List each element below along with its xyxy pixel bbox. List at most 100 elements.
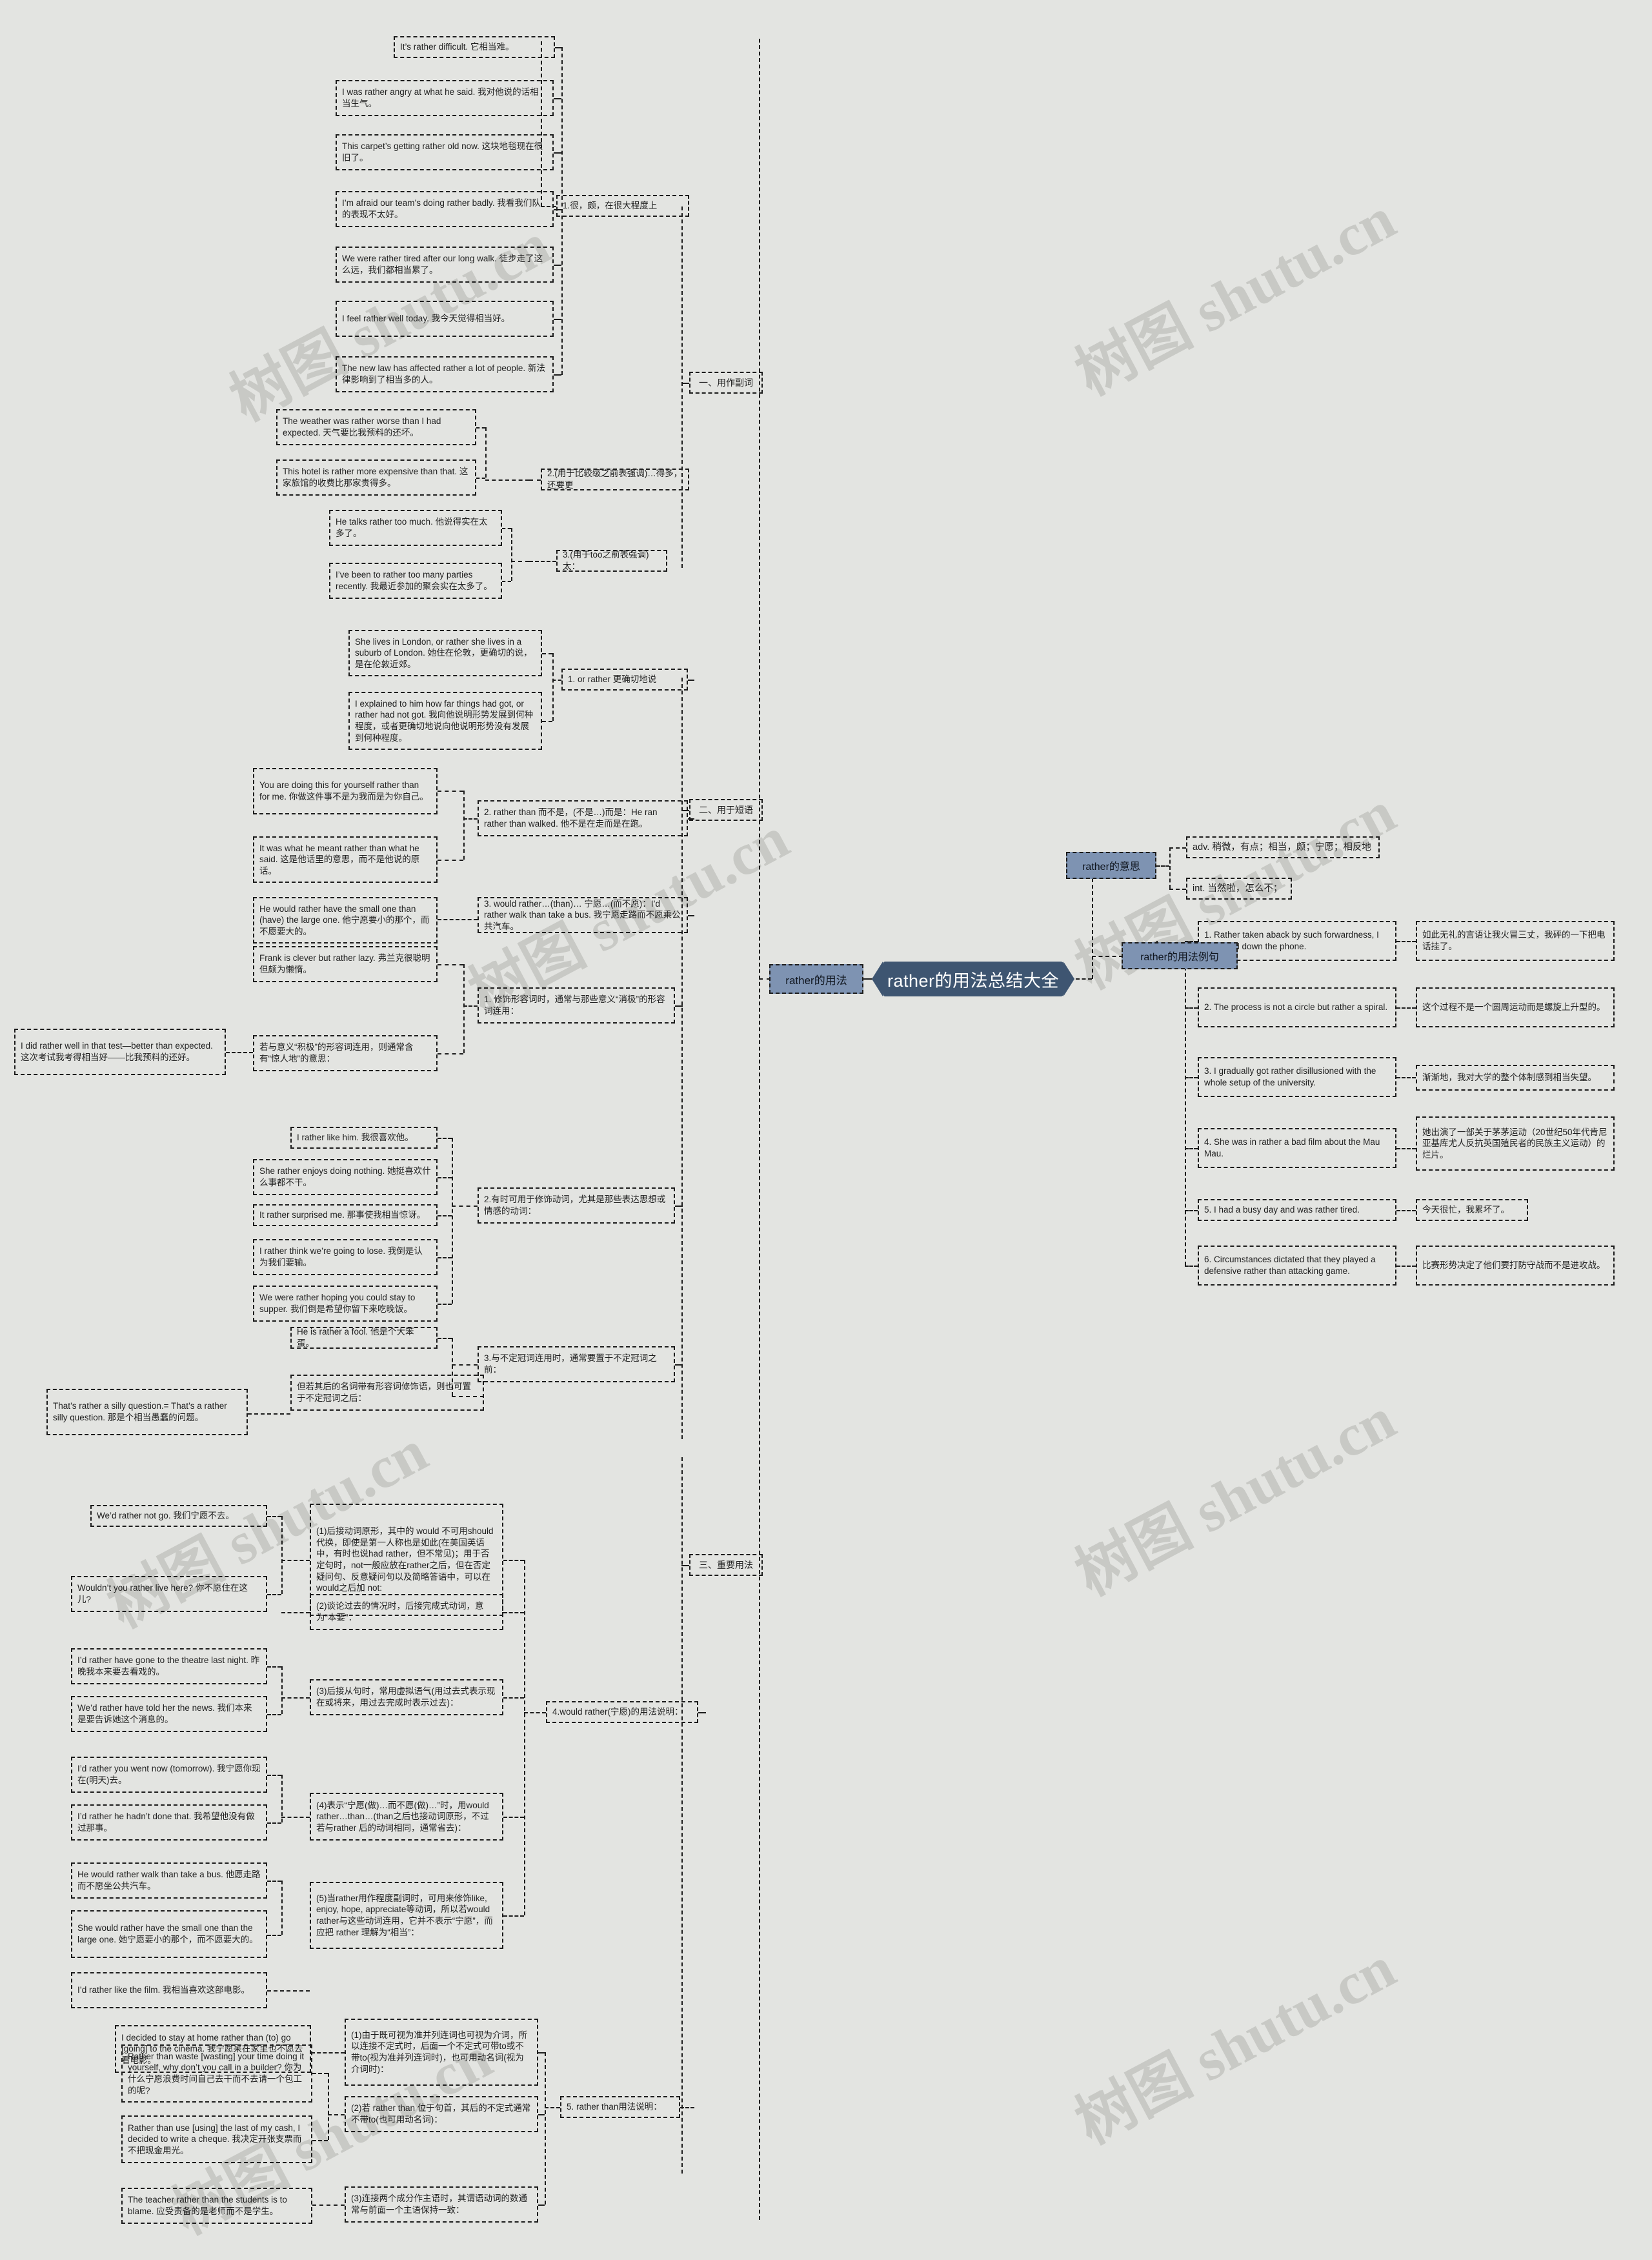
would-rather-example[interactable]: I’d rather he hadn’t done that. 我希望他没有做过… xyxy=(71,1804,267,1841)
important-point[interactable]: 5. rather than用法说明： xyxy=(560,2096,680,2118)
example-text: Wouldn’t you rather live here? 你不愿住在这儿? xyxy=(77,1583,248,1604)
phrase-example[interactable]: You are doing this for yourself rather t… xyxy=(253,768,438,814)
connector xyxy=(1092,956,1093,979)
category-adverb[interactable]: 一、用作副词 xyxy=(689,372,763,394)
example-sentence-zh[interactable]: 她出演了一部关于茅茅运动（20世纪50年代肯尼亚基库尤人反抗英国殖民者的民族主义… xyxy=(1416,1116,1615,1171)
rather-than-note[interactable]: (2)若 rather than 位于句首，其后的不定式通常不带to(也可用动名… xyxy=(345,2096,538,2132)
phrase-sense[interactable]: 2. rather than 而不是，(不是…)而是：He ran rather… xyxy=(478,800,688,836)
adverb-example[interactable]: We were rather tired after our long walk… xyxy=(336,247,554,283)
note-text: (3)后接从句时，常用虚拟语气(用过去式表示现在或将来，用过去完成时表示过去)： xyxy=(316,1686,496,1708)
would-rather-example[interactable]: Wouldn’t you rather live here? 你不愿住在这儿? xyxy=(71,1576,267,1612)
would-rather-example[interactable]: We’d rather have told her the news. 我们本来… xyxy=(71,1696,267,1732)
category-label: 三、重要用法 xyxy=(699,1559,753,1570)
adverb-sense[interactable]: 2.(用于比较级之前表强调)…得多，还要更 xyxy=(541,469,689,490)
would-rather-example[interactable]: He would rather walk than take a bus. 他愿… xyxy=(71,1862,267,1899)
connector xyxy=(281,1666,283,1714)
connector xyxy=(542,653,552,654)
connector xyxy=(438,1138,452,1139)
connector xyxy=(1185,1148,1198,1149)
example-sentence-en[interactable]: 5. I had a busy day and was rather tired… xyxy=(1198,1199,1396,1221)
would-rather-note[interactable]: (2)谈论过去的情况时，后接完成式动词，意为“本要”： xyxy=(310,1594,503,1630)
adverb-example[interactable]: I feel rather well today. 我今天觉得相当好。 xyxy=(336,301,554,337)
sense-text: 3.(用于too之前表强调)太： xyxy=(563,550,649,571)
category-phrase[interactable]: 二、用于短语 xyxy=(689,799,763,821)
example-sentence-en[interactable]: 2. The process is not a circle but rathe… xyxy=(1198,987,1396,1027)
important-example[interactable]: He is rather a fool. 他是个大笨蛋。 xyxy=(290,1327,438,1349)
adverb-example[interactable]: I’m afraid our team’s doing rather badly… xyxy=(336,191,554,227)
rather-than-example[interactable]: Rather than use [using] the last of my c… xyxy=(121,2115,312,2163)
adverb-example[interactable]: It’s rather difficult. 它相当难。 xyxy=(394,36,555,58)
meaning-item[interactable]: int. 当然啦，怎么不； xyxy=(1186,878,1292,900)
example-sentence-zh[interactable]: 渐渐地，我对大学的整个体制感到相当失望。 xyxy=(1416,1065,1615,1091)
adverb-sense[interactable]: 3.(用于too之前表强调)太： xyxy=(556,550,667,572)
important-point[interactable]: 3.与不定冠词连用时，通常要置于不定冠词之前： xyxy=(478,1346,675,1382)
adverb-example[interactable]: This carpet’s getting rather old now. 这块… xyxy=(336,134,554,170)
connector xyxy=(675,1206,683,1207)
phrase-example[interactable]: He would rather have the small one than … xyxy=(253,897,438,943)
adverb-example[interactable]: I was rather angry at what he said. 我对他说… xyxy=(336,80,554,116)
phrase-sense[interactable]: 1. or rather 更确切地说 xyxy=(561,669,688,691)
example-sentence-en[interactable]: 6. Circumstances dictated that they play… xyxy=(1198,1246,1396,1286)
rather-than-note[interactable]: (1)由于既可视为准并列连词也可视为介词，所以连接不定式时，后面一个不定式可带t… xyxy=(345,2019,538,2086)
connector xyxy=(503,1817,524,1818)
root-node[interactable]: rather的用法总结大全 xyxy=(872,962,1074,996)
would-rather-example[interactable]: I’d rather you went now (tomorrow). 我宁愿你… xyxy=(71,1757,267,1793)
important-example[interactable]: We were rather hoping you could stay to … xyxy=(253,1286,438,1322)
connector xyxy=(681,383,689,384)
rather-than-example[interactable]: Rather than waste [wasting] your time do… xyxy=(121,2044,312,2103)
important-example[interactable]: I rather like him. 我很喜欢他。 xyxy=(290,1127,438,1149)
important-example[interactable]: She rather enjoys doing nothing. 她挺喜欢什么事… xyxy=(253,1159,438,1195)
example-sentence-en[interactable]: 4. She was in rather a bad film about th… xyxy=(1198,1128,1396,1168)
sentence-text: 她出演了一部关于茅茅运动（20世纪50年代肯尼亚基库尤人反抗英国殖民者的民族主义… xyxy=(1422,1127,1607,1160)
adverb-sense[interactable]: 1.很，颇，在很大程度上 xyxy=(556,195,689,217)
category-important[interactable]: 三、重要用法 xyxy=(689,1554,763,1576)
important-example[interactable]: Frank is clever but rather lazy. 弗兰克很聪明但… xyxy=(253,946,438,982)
connector xyxy=(281,1881,283,1935)
example-sentence-zh[interactable]: 比赛形势决定了他们要打防守战而不是进攻战。 xyxy=(1416,1246,1615,1286)
important-example[interactable]: I rather think we’re going to lose. 我倒是认… xyxy=(253,1239,438,1275)
positive-adj-example[interactable]: I did rather well in that test—better th… xyxy=(14,1029,226,1075)
phrase-example[interactable]: It was what he meant rather than what he… xyxy=(253,836,438,883)
meaning-item[interactable]: adv. 稍微，有点；相当，颇；宁愿；相反地 xyxy=(1186,836,1380,858)
connector xyxy=(688,915,694,916)
phrase-sense[interactable]: 3. would rather…(than)… 宁愿…(而不愿)：I’d rat… xyxy=(478,897,688,933)
example-text: We’d rather have told her the news. 我们本来… xyxy=(77,1703,252,1724)
would-rather-example[interactable]: We’d rather not go. 我们宁愿不去。 xyxy=(90,1505,267,1527)
example-sentence-zh[interactable]: 如此无礼的言语让我火冒三丈，我砰的一下把电话挂了。 xyxy=(1416,921,1615,961)
article-note[interactable]: 但若其后的名词带有形容词修饰语，则也可置于不定冠词之后： xyxy=(290,1375,484,1411)
would-rather-note[interactable]: (3)后接从句时，常用虚拟语气(用过去式表示现在或将来，用过去完成时表示过去)： xyxy=(310,1679,503,1715)
sentence-text: 渐渐地，我对大学的整个体制感到相当失望。 xyxy=(1422,1073,1597,1083)
branch-rather-examples[interactable]: rather的用法例句 xyxy=(1122,942,1238,969)
example-sentence-en[interactable]: 3. I gradually got rather disillusioned … xyxy=(1198,1057,1396,1097)
article-note-example[interactable]: That’s rather a silly question.= That’s … xyxy=(46,1389,248,1435)
important-point[interactable]: 1. 修饰形容词时，通常与那些意义“消极”的形容词连用： xyxy=(478,987,675,1024)
rather-than-example[interactable]: The teacher rather than the students is … xyxy=(121,2188,312,2224)
connector xyxy=(452,1138,453,1304)
would-rather-example[interactable]: She would rather have the small one than… xyxy=(71,1910,267,1958)
important-point[interactable]: 4.would rather(宁愿)的用法说明： xyxy=(546,1701,698,1723)
example-text: It rather surprised me. 那事使我相当惊讶。 xyxy=(259,1210,426,1220)
would-rather-note[interactable]: (4)表示“宁愿(做)…而不愿(做)…”时，用would rather…than… xyxy=(310,1793,503,1841)
example-sentence-zh[interactable]: 这个过程不是一个圆周运动而是螺旋上升型的。 xyxy=(1416,987,1615,1027)
connector xyxy=(438,1338,452,1339)
branch-rather-usage[interactable]: rather的用法 xyxy=(769,964,863,994)
would-rather-note[interactable]: (5)当rather用作程度副词时，可用来修饰like, enjoy, hope… xyxy=(310,1882,503,1949)
important-example[interactable]: It rather surprised me. 那事使我相当惊讶。 xyxy=(253,1204,438,1226)
connector xyxy=(226,1052,253,1053)
rather-than-note[interactable]: (3)连接两个成分作主语时，其谓语动词的数通常与前面一个主语保持一致： xyxy=(345,2186,538,2223)
phrase-example[interactable]: She lives in London, or rather she lives… xyxy=(348,630,542,676)
example-text: That’s rather a silly question.= That’s … xyxy=(53,1401,227,1422)
adverb-example[interactable]: I’ve been to rather too many parties rec… xyxy=(329,563,502,599)
branch-rather-meaning[interactable]: rather的意思 xyxy=(1066,852,1156,879)
phrase-example[interactable]: I explained to him how far things had go… xyxy=(348,692,542,750)
example-sentence-zh[interactable]: 今天很忙，我累坏了。 xyxy=(1416,1199,1528,1221)
connector xyxy=(438,791,463,792)
adverb-example[interactable]: He talks rather too much. 他说得实在太多了。 xyxy=(329,510,502,546)
would-rather-example[interactable]: I’d rather have gone to the theatre last… xyxy=(71,1648,267,1684)
positive-adj-note[interactable]: 若与意义“积极”的形容词连用，则通常含有“惊人地”的意思： xyxy=(253,1035,438,1071)
adverb-example[interactable]: The new law has affected rather a lot of… xyxy=(336,356,554,392)
adverb-example[interactable]: The weather was rather worse than I had … xyxy=(276,409,476,445)
adverb-example[interactable]: This hotel is rather more expensive than… xyxy=(276,459,476,496)
important-point[interactable]: 2.有时可用于修饰动词，尤其是那些表达思想或情感的动词： xyxy=(478,1187,675,1224)
would-rather-example[interactable]: I’d rather like the film. 我相当喜欢这部电影。 xyxy=(71,1972,267,2008)
